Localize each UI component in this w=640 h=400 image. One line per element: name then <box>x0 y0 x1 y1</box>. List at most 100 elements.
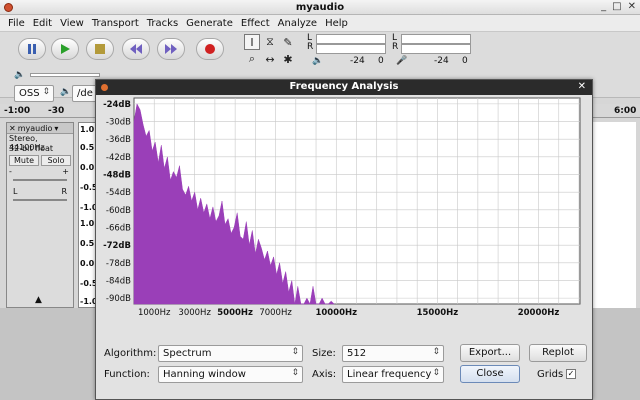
zoom-tool-icon[interactable]: ⌕ <box>244 51 260 67</box>
solo-button[interactable]: Solo <box>41 155 71 166</box>
ruler-tick: -30 <box>48 106 65 116</box>
stop-icon <box>95 44 105 54</box>
record-meter-left[interactable] <box>316 34 386 44</box>
speaker-icon: 🔈 <box>312 56 324 66</box>
main-titlebar: myaudio _ □ ✕ <box>0 0 640 15</box>
draw-tool-icon[interactable]: ✎ <box>280 34 296 50</box>
y-tick-label: -48dB <box>103 171 131 181</box>
menu-effect[interactable]: Effect <box>237 18 274 29</box>
gain-minus: - <box>9 167 12 176</box>
menu-view[interactable]: View <box>56 18 88 29</box>
y-tick-label: -84dB <box>106 276 131 286</box>
y-tick-label: -90dB <box>106 294 131 304</box>
track-close-icon[interactable]: ✕ <box>9 124 16 133</box>
audio-host-select[interactable]: OSS ⇕ <box>14 85 54 102</box>
axis-select[interactable]: Linear frequency ⇕ <box>342 366 444 383</box>
menu-generate[interactable]: Generate <box>182 18 237 29</box>
record-meter-right[interactable] <box>316 44 386 54</box>
record-icon <box>205 44 215 54</box>
mute-button[interactable]: Mute <box>9 155 39 166</box>
maximize-icon[interactable]: □ <box>612 1 621 12</box>
spectrum-plot: -24dB -30dB -36dB -42dB -48dB -54dB -60dB -66dB… <box>96 96 594 324</box>
y-tick-label: -24dB <box>103 100 131 110</box>
scale-label: 0.0 <box>80 163 95 172</box>
rec-meter-r: R <box>307 42 314 52</box>
stop-button[interactable] <box>86 38 114 60</box>
x-tick-label: 20000Hz <box>518 308 560 318</box>
menu-tracks[interactable]: Tracks <box>143 18 182 29</box>
size-select[interactable]: 512 ⇕ <box>342 345 444 362</box>
microphone-icon: 🎤 <box>396 56 408 66</box>
function-value: Hanning window <box>163 369 246 380</box>
menu-edit[interactable]: Edit <box>29 18 56 29</box>
close-icon[interactable]: ✕ <box>578 81 586 92</box>
waveform-area[interactable] <box>592 122 636 308</box>
collapse-track-icon[interactable]: ▲ <box>35 295 42 305</box>
menu-analyze[interactable]: Analyze <box>274 18 321 29</box>
selection-tool-icon[interactable]: I <box>244 34 260 50</box>
play-button[interactable] <box>51 38 79 60</box>
menu-transport[interactable]: Transport <box>88 18 143 29</box>
ruler-tick: -1:00 <box>4 106 31 116</box>
volume-slider[interactable] <box>30 73 100 77</box>
gain-plus: + <box>62 167 69 176</box>
size-label: Size: <box>312 348 336 359</box>
multi-tool-icon[interactable]: ✱ <box>280 51 296 67</box>
envelope-tool-icon[interactable]: ⧖ <box>262 34 278 50</box>
timeshift-tool-icon[interactable]: ↔ <box>262 51 278 67</box>
track-menu-icon[interactable]: ▾ <box>54 124 58 133</box>
spectrum-chart: -24dB -30dB -36dB -42dB -48dB -54dB -60dB -66dB… <box>103 97 581 318</box>
skip-end-button[interactable] <box>157 38 185 60</box>
playback-meter-left[interactable] <box>401 34 471 44</box>
audio-host-value: OSS <box>19 88 40 99</box>
replot-button[interactable]: Replot <box>529 344 587 362</box>
amplitude-scale: 1.0 0.5 0.0 -0.5 -1.0 1.0 0.5 0.0 -0.5 -… <box>78 122 98 308</box>
frequency-analysis-dialog: Frequency Analysis ✕ -24dB -30dB -36dB -42d… <box>95 79 593 400</box>
window-title: myaudio <box>295 2 345 13</box>
ruler-tick: 6:00 <box>614 106 637 116</box>
skip-start-button[interactable] <box>122 38 150 60</box>
chevron-down-icon: ⇕ <box>432 347 440 357</box>
pan-row: L R <box>7 187 73 197</box>
axis-label: Axis: <box>312 369 337 380</box>
track-header[interactable]: ✕ myaudio ▾ <box>7 123 73 134</box>
pan-slider[interactable] <box>13 199 67 201</box>
close-icon[interactable]: ✕ <box>628 1 636 12</box>
axis-value: Linear frequency <box>347 369 432 380</box>
export-button[interactable]: Export... <box>460 344 520 362</box>
chevron-down-icon: ⇕ <box>42 87 50 97</box>
track-name[interactable]: myaudio <box>18 124 53 133</box>
track-control-panel: ✕ myaudio ▾ Stereo, 44100Hz 32-bit float… <box>6 122 74 308</box>
y-tick-label: -36dB <box>106 135 131 145</box>
x-tick-label: 10000Hz <box>315 308 357 318</box>
device-row: OSS ⇕ 🔈 /de <box>0 85 100 102</box>
record-button[interactable] <box>196 38 224 60</box>
playback-meter-right[interactable] <box>401 44 471 54</box>
gain-slider[interactable] <box>13 179 67 181</box>
menu-file[interactable]: File <box>4 18 29 29</box>
play-meter-r: R <box>392 42 399 52</box>
function-select[interactable]: Hanning window ⇕ <box>158 366 303 383</box>
algorithm-select[interactable]: Spectrum ⇕ <box>158 345 303 362</box>
x-tick-label: 1000Hz <box>138 308 171 318</box>
dialog-title: Frequency Analysis <box>289 81 399 92</box>
pause-icon <box>28 44 36 54</box>
y-tick-label: -60dB <box>106 206 131 216</box>
grids-label: Grids <box>537 369 564 380</box>
dialog-titlebar: Frequency Analysis ✕ <box>96 80 592 95</box>
y-tick-label: -54dB <box>106 188 131 198</box>
algorithm-value: Spectrum <box>163 348 212 359</box>
close-button[interactable]: Close <box>460 365 520 383</box>
size-value: 512 <box>347 348 367 359</box>
menu-help[interactable]: Help <box>321 18 352 29</box>
pause-button[interactable] <box>18 38 46 60</box>
scale-label: 0.5 <box>80 239 95 248</box>
scale-label: 0.5 <box>80 143 95 152</box>
minimize-icon[interactable]: _ <box>601 1 606 12</box>
algorithm-label: Algorithm: <box>104 348 157 359</box>
skip-start-icon <box>130 44 142 54</box>
function-label: Function: <box>104 369 150 380</box>
chevron-down-icon: ⇕ <box>291 347 299 357</box>
grids-checkbox[interactable]: ✓ <box>566 369 576 379</box>
scale-label: 1.0 <box>80 219 95 228</box>
